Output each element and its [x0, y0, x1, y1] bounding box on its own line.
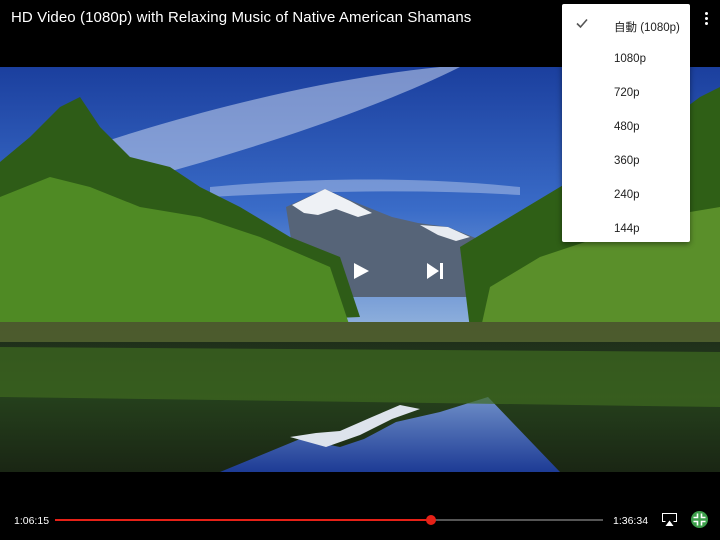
- quality-menu: 自動 (1080p) 1080p 720p 480p 360p 240p 144p: [562, 4, 690, 242]
- skip-next-icon[interactable]: [426, 262, 444, 280]
- quality-option-label: 480p: [614, 121, 640, 133]
- quality-option[interactable]: 1080p: [562, 42, 690, 76]
- quality-option-label: 1080p: [614, 53, 646, 65]
- seek-bar-thumb[interactable]: [425, 515, 436, 525]
- more-vert-icon[interactable]: [698, 8, 714, 28]
- quality-option[interactable]: 自動 (1080p): [562, 8, 690, 42]
- quality-option-label: 240p: [614, 189, 640, 201]
- check-icon: [576, 18, 588, 29]
- play-icon[interactable]: [352, 262, 370, 280]
- quality-option-label: 720p: [614, 87, 640, 99]
- quality-option-label: 144p: [614, 223, 640, 235]
- current-time: 1:06:15: [14, 515, 50, 527]
- duration: 1:36:34: [613, 515, 649, 527]
- airplay-icon[interactable]: [661, 512, 678, 526]
- seek-bar-progress: [55, 519, 431, 521]
- quality-option[interactable]: 360p: [562, 144, 690, 178]
- exit-fullscreen-icon[interactable]: [691, 511, 708, 528]
- seek-bar[interactable]: [55, 515, 603, 525]
- quality-option[interactable]: 720p: [562, 76, 690, 110]
- quality-option[interactable]: 480p: [562, 110, 690, 144]
- video-title: HD Video (1080p) with Relaxing Music of …: [11, 9, 472, 26]
- quality-option[interactable]: 240p: [562, 178, 690, 212]
- quality-option-label: 360p: [614, 155, 640, 167]
- quality-option[interactable]: 144p: [562, 212, 690, 246]
- quality-option-label: 自動 (1080p): [614, 22, 680, 34]
